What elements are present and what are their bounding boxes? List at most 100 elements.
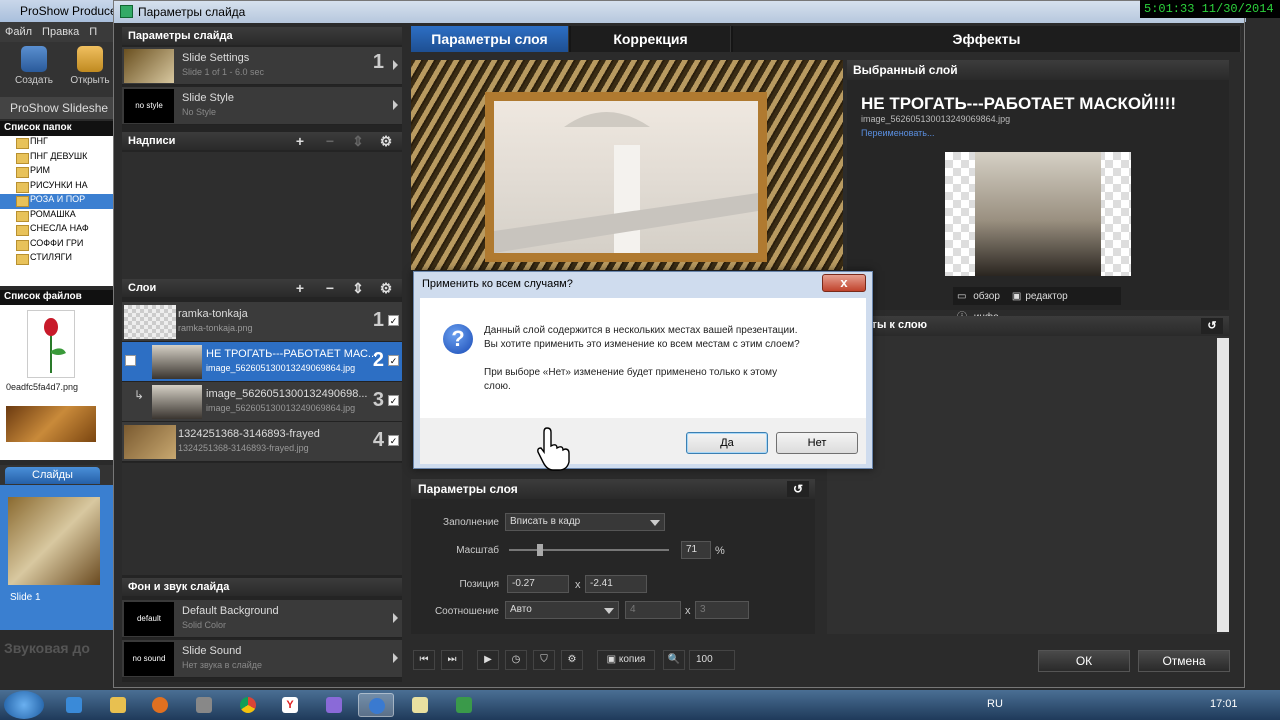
- prev-slide-icon[interactable]: ⏭: [441, 650, 463, 670]
- expand-arrow-icon[interactable]: [393, 613, 398, 623]
- yes-button[interactable]: Да: [686, 432, 768, 454]
- reorder-caption-button[interactable]: ⇕: [348, 134, 368, 149]
- layer-row[interactable]: 1324251368-3146893-frayed 1324251368-314…: [122, 422, 402, 462]
- ok-button[interactable]: ОК: [1038, 650, 1130, 672]
- taskbar-item[interactable]: [446, 693, 482, 717]
- cancel-button[interactable]: Отмена: [1138, 650, 1230, 672]
- app-icon: [326, 697, 342, 713]
- ratio-select[interactable]: Авто: [505, 601, 619, 619]
- gear-icon[interactable]: ⚙: [561, 650, 583, 670]
- menu-edit[interactable]: Правка: [42, 26, 79, 38]
- expand-arrow-icon[interactable]: [393, 653, 398, 663]
- folder-item[interactable]: ПНГ: [0, 136, 115, 151]
- rename-link[interactable]: Переименовать...: [861, 128, 934, 138]
- dialog-body: ? Данный слой содержится в нескольких ме…: [420, 298, 866, 418]
- captions-list: [122, 152, 402, 280]
- app-menu-bar: Файл Правка П: [0, 22, 115, 42]
- reset-icon[interactable]: ↺: [1201, 318, 1223, 334]
- taskbar-item[interactable]: [186, 693, 222, 717]
- folder-item[interactable]: ПНГ ДЕВУШК: [0, 151, 115, 166]
- folder-item[interactable]: РИСУНКИ НА: [0, 180, 115, 195]
- add-caption-button[interactable]: +: [290, 134, 310, 149]
- menu-other[interactable]: П: [89, 26, 97, 38]
- slide-thumbnail[interactable]: [8, 497, 100, 585]
- expand-arrow-icon[interactable]: [393, 100, 398, 110]
- taskbar-item-proshow[interactable]: [358, 693, 394, 717]
- add-layer-button[interactable]: +: [290, 281, 310, 296]
- shield-icon[interactable]: ⛉: [533, 650, 555, 670]
- layer-visible-checkbox[interactable]: ✓: [388, 435, 399, 446]
- folder-item[interactable]: СНЕСЛА НАФ: [0, 223, 115, 238]
- reset-icon[interactable]: ↺: [787, 481, 809, 497]
- tab-effects[interactable]: Эффекты: [733, 26, 1241, 52]
- folder-item[interactable]: СОФФИ ГРИ: [0, 238, 115, 253]
- folder-item-selected[interactable]: РОЗА И ПОР: [0, 194, 115, 209]
- layer-visible-checkbox[interactable]: ✓: [388, 355, 399, 366]
- selected-layer-header: Выбранный слой: [847, 60, 1229, 80]
- scale-slider-handle[interactable]: [537, 544, 543, 556]
- scale-input[interactable]: 71: [681, 541, 711, 559]
- browse-button[interactable]: ▭ обзор: [957, 289, 1004, 304]
- layer-settings-gear-icon[interactable]: ⚙: [376, 281, 396, 296]
- open-button[interactable]: Открыть: [68, 46, 112, 86]
- dialog-text-line: При выборе «Нет» изменение будет примене…: [484, 367, 778, 378]
- tab-slides[interactable]: Слайды: [5, 467, 100, 484]
- caption-settings-gear-icon[interactable]: ⚙: [376, 134, 396, 149]
- show-title: ProShow Slideshe: [0, 97, 115, 119]
- language-indicator[interactable]: RU: [987, 698, 1003, 710]
- yandex-icon: Y: [282, 697, 298, 713]
- timer-icon[interactable]: ◷: [505, 650, 527, 670]
- start-button[interactable]: [4, 691, 44, 719]
- first-slide-icon[interactable]: ⏮: [413, 650, 435, 670]
- slide-style-row[interactable]: no style Slide Style No Style: [122, 87, 402, 125]
- sound-track-label: Звуковая до: [4, 640, 90, 656]
- create-button[interactable]: Создать: [12, 46, 56, 86]
- clock-time[interactable]: 17:01: [1210, 698, 1238, 710]
- layer-row[interactable]: ramka-tonkaja ramka-tonkaja.png 1 ✓: [122, 302, 402, 342]
- taskbar-item[interactable]: [402, 693, 438, 717]
- default-bg-sub: Solid Color: [182, 620, 227, 630]
- layer-row-selected[interactable]: НЕ ТРОГАТЬ---РАБОТАЕТ МАС... image_56260…: [122, 342, 402, 382]
- remove-caption-button[interactable]: −: [320, 134, 340, 149]
- window-title: Параметры слайда: [138, 5, 246, 19]
- layer-num: 3: [372, 389, 384, 411]
- menu-file[interactable]: Файл: [5, 26, 32, 38]
- slide-sound-row[interactable]: no sound Slide Sound Нет звука в слайде: [122, 640, 402, 678]
- taskbar-item[interactable]: [142, 693, 178, 717]
- play-icon[interactable]: ▶: [477, 650, 499, 670]
- taskbar-item[interactable]: [316, 693, 352, 717]
- layer-row[interactable]: ↳ image_5626051300132490698... image_562…: [122, 382, 402, 422]
- ratio-height-input[interactable]: 3: [695, 601, 749, 619]
- fill-select[interactable]: Вписать в кадр: [505, 513, 665, 531]
- folder-item[interactable]: РОМАШКА: [0, 209, 115, 224]
- taskbar-item[interactable]: [56, 693, 92, 717]
- folder-item[interactable]: СТИЛЯГИ: [0, 252, 115, 267]
- editor-button[interactable]: ▣ редактор: [1012, 289, 1072, 304]
- taskbar-item[interactable]: Y: [272, 693, 308, 717]
- no-button[interactable]: Нет: [776, 432, 858, 454]
- default-bg-row[interactable]: default Default Background Solid Color: [122, 600, 402, 638]
- file-thumbnail[interactable]: [6, 406, 96, 442]
- ratio-width-input[interactable]: 4: [625, 601, 681, 619]
- folder-item[interactable]: РИМ: [0, 165, 115, 180]
- copy-button[interactable]: ▣ копия: [597, 650, 655, 670]
- tab-layer-settings[interactable]: Параметры слоя: [411, 26, 569, 52]
- position-x-input[interactable]: -0.27: [507, 575, 569, 593]
- mask-checkbox[interactable]: [125, 355, 136, 366]
- layer-visible-checkbox[interactable]: ✓: [388, 315, 399, 326]
- zoom-input[interactable]: 100: [689, 650, 735, 670]
- dialog-close-button[interactable]: x: [822, 274, 866, 292]
- expand-arrow-icon[interactable]: [393, 60, 398, 70]
- slide-settings-row[interactable]: Slide Settings Slide 1 of 1 - 6.0 sec 1: [122, 47, 402, 85]
- scale-slider[interactable]: [509, 544, 669, 556]
- scrollbar[interactable]: [1217, 338, 1229, 632]
- zoom-icon[interactable]: 🔍: [663, 650, 685, 670]
- remove-layer-button[interactable]: −: [320, 281, 340, 296]
- file-thumbnail[interactable]: [27, 310, 75, 378]
- taskbar-item[interactable]: [100, 693, 136, 717]
- position-y-input[interactable]: -2.41: [585, 575, 647, 593]
- tab-correction[interactable]: Коррекция: [571, 26, 731, 52]
- reorder-layer-button[interactable]: ⇕: [348, 281, 368, 296]
- layer-visible-checkbox[interactable]: ✓: [388, 395, 399, 406]
- taskbar-item[interactable]: [230, 693, 266, 717]
